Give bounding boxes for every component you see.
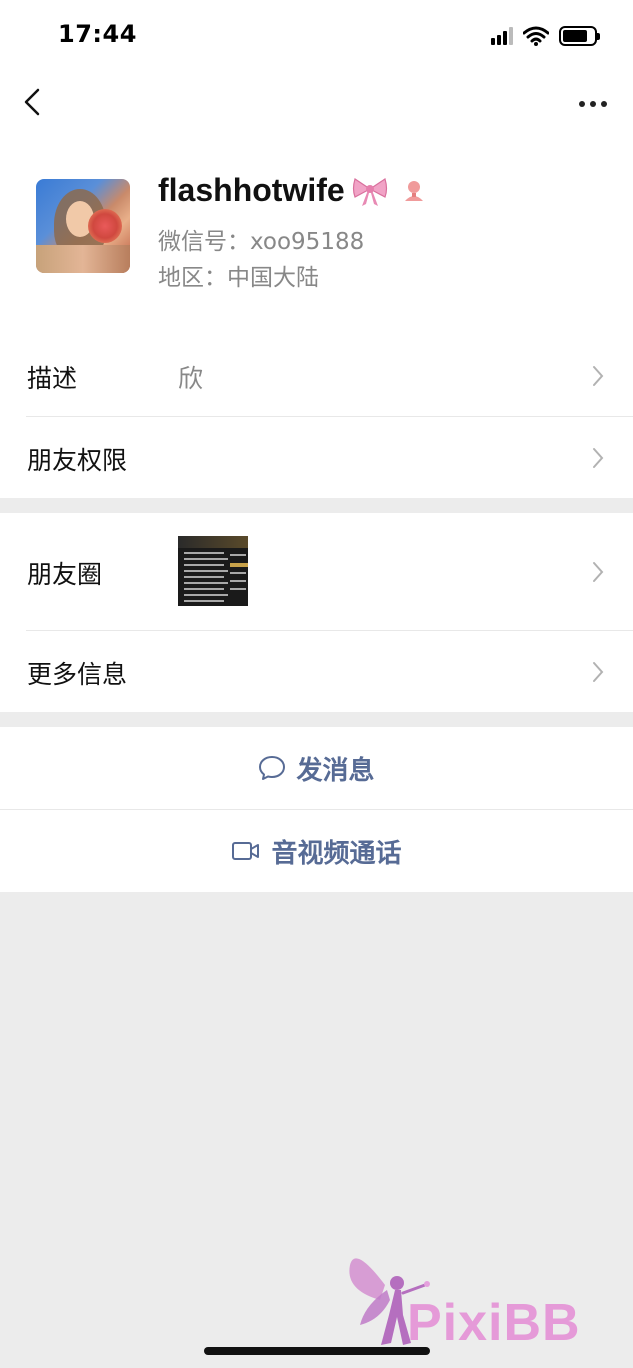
row-description[interactable]: 描述 欣	[0, 335, 633, 417]
moments-section: 朋友圈 更多信息	[0, 513, 633, 712]
row-moments[interactable]: 朋友圈	[0, 513, 633, 630]
row-description-label: 描述	[27, 364, 78, 393]
more-dot-icon	[579, 101, 585, 107]
row-moments-label: 朋友圈	[27, 560, 103, 589]
video-call-label: 音视频通话	[271, 838, 402, 869]
watermark-text: PixiBB	[407, 1294, 581, 1352]
avatar[interactable]	[36, 179, 130, 273]
watermark: PixiBB	[345, 1245, 630, 1360]
chevron-right-icon	[593, 662, 604, 682]
video-call-button[interactable]: 音视频通话	[0, 810, 633, 892]
video-camera-icon	[232, 842, 260, 860]
profile-header: flashhotwife 微信号：xoo95188 地区：中国大陆	[0, 140, 633, 335]
send-message-button[interactable]: 发消息	[0, 727, 633, 809]
chevron-right-icon	[593, 366, 604, 386]
more-options-button[interactable]	[573, 84, 613, 124]
status-time: 17:44	[58, 20, 137, 48]
home-indicator[interactable]	[204, 1347, 430, 1355]
cellular-signal-icon	[491, 27, 513, 45]
battery-icon	[559, 26, 600, 46]
nickname: flashhotwife	[158, 172, 345, 208]
row-more-info-label: 更多信息	[27, 660, 128, 689]
send-message-label: 发消息	[296, 755, 375, 786]
status-bar: 17:44	[0, 0, 633, 70]
more-dot-icon	[601, 101, 607, 107]
back-button[interactable]	[14, 84, 54, 124]
region: 地区：中国大陆	[158, 265, 319, 291]
moments-thumbnail[interactable]	[178, 536, 248, 606]
nav-bar	[0, 70, 633, 140]
ribbon-bow-icon	[352, 177, 387, 206]
wifi-icon	[523, 26, 549, 46]
row-friend-permissions[interactable]: 朋友权限	[0, 417, 633, 498]
wechat-id: 微信号：xoo95188	[158, 229, 365, 255]
row-more-info[interactable]: 更多信息	[0, 631, 633, 712]
chevron-left-icon	[24, 88, 40, 116]
chat-bubble-icon	[259, 756, 286, 780]
row-permissions-label: 朋友权限	[27, 446, 128, 475]
female-gender-icon	[404, 180, 423, 201]
info-section: 描述 欣 朋友权限	[0, 335, 633, 498]
nickname-row: flashhotwife	[158, 172, 425, 209]
more-dot-icon	[590, 101, 596, 107]
status-icons	[491, 22, 600, 50]
chevron-right-icon	[593, 448, 604, 468]
chevron-right-icon	[593, 562, 604, 582]
row-description-value: 欣	[178, 364, 204, 393]
